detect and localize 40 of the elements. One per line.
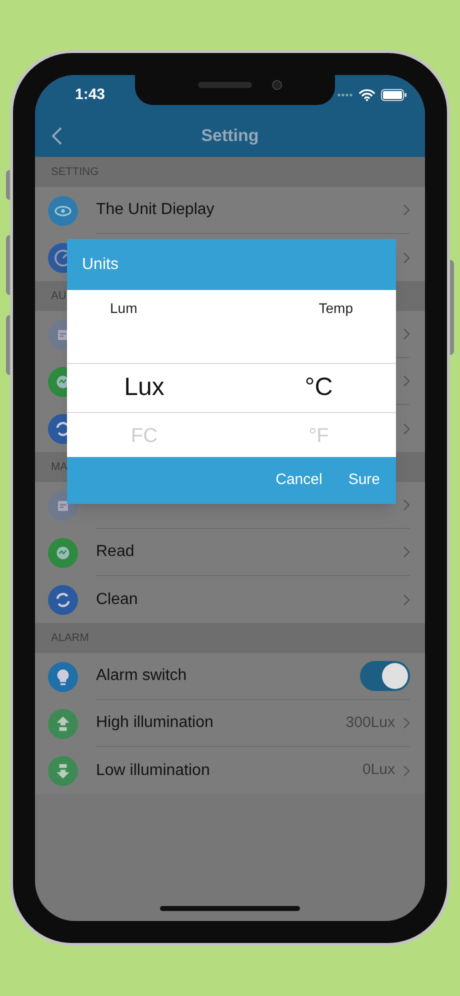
chevron-right-icon (403, 375, 410, 387)
row-value: 300Lux (346, 712, 395, 733)
settings-row[interactable]: High illumination 300Lux (35, 700, 425, 747)
row-label: The Unit Dieplay (96, 200, 216, 220)
chevron-right-icon (403, 499, 410, 511)
row-label: Read (96, 542, 136, 562)
status-time: 1:43 (75, 84, 106, 105)
picker-selected-option[interactable]: °C (304, 364, 333, 412)
speaker-grille (198, 82, 252, 88)
row-value: 0Lux (362, 760, 395, 780)
settings-row[interactable]: Clean (35, 576, 425, 623)
row-label: High illumination (96, 713, 214, 733)
chevron-right-icon (403, 252, 410, 264)
picker-selected-option[interactable]: Lux (124, 364, 164, 412)
chevron-right-icon (403, 422, 410, 434)
settings-row[interactable]: The Unit Dieplay (35, 187, 425, 234)
nav-title: Setting (201, 125, 259, 148)
chevron-right-icon (403, 328, 410, 340)
row-label: Low illumination (96, 760, 211, 780)
row-label: Clean (96, 590, 139, 610)
signal-icon (337, 93, 353, 97)
settings-row[interactable]: Alarm switch (35, 653, 425, 700)
chevron-right-icon (403, 764, 410, 776)
chevron-right-icon (403, 717, 410, 729)
confirm-button[interactable]: Sure (340, 465, 388, 496)
chevron-right-icon (403, 594, 410, 606)
camera-lens (272, 80, 282, 90)
settings-row[interactable]: Low illumination 0Lux (35, 747, 425, 794)
cancel-button[interactable]: Cancel (268, 465, 330, 496)
column-label: Lum (110, 298, 138, 318)
battery-icon (381, 89, 407, 101)
settings-row[interactable]: Read (35, 529, 425, 576)
chevron-right-icon (403, 204, 410, 216)
wifi-icon (359, 89, 375, 101)
back-icon[interactable] (52, 127, 62, 145)
row-label: Alarm switch (96, 666, 188, 686)
toggle-switch[interactable] (360, 661, 410, 691)
chevron-right-icon (403, 546, 410, 558)
column-label: Temp (318, 298, 353, 318)
dialog-title: Units (82, 254, 118, 274)
